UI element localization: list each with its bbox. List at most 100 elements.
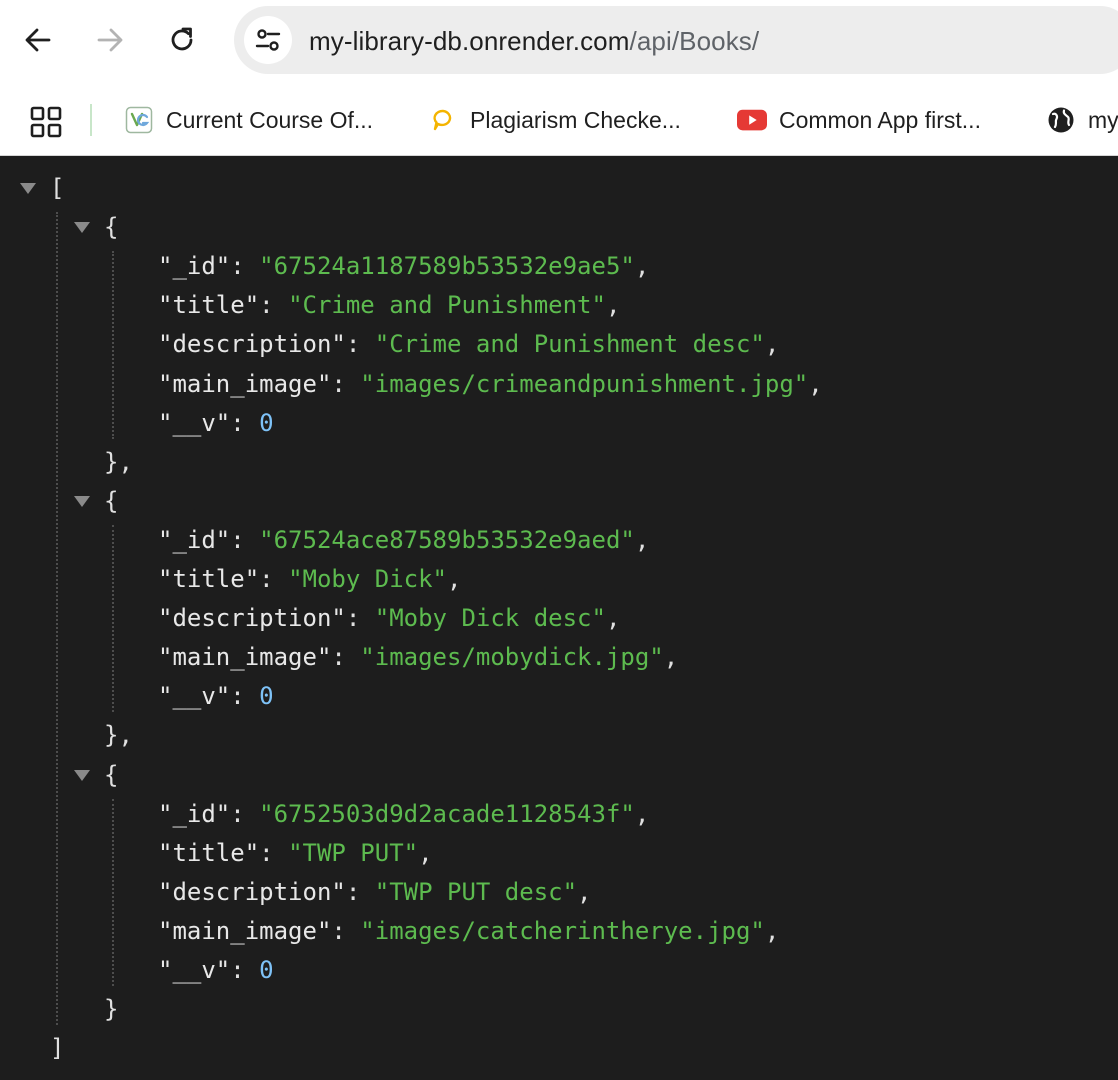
indent-guide bbox=[112, 798, 114, 987]
json-comma: , bbox=[808, 369, 823, 398]
apps-grid-icon[interactable] bbox=[28, 104, 64, 140]
json-colon: : bbox=[259, 838, 289, 867]
json-field: "title": "TWP PUT", bbox=[158, 834, 433, 873]
json-object-close: } bbox=[104, 990, 118, 1029]
json-field: "main_image": "images/crimeandpunishment… bbox=[158, 365, 823, 404]
json-field: "_id": "67524ace87589b53532e9aed", bbox=[158, 521, 649, 560]
json-colon: : bbox=[345, 877, 375, 906]
json-field: "title": "Moby Dick", bbox=[158, 560, 461, 599]
json-colon: : bbox=[331, 643, 361, 672]
brace-text: { bbox=[104, 760, 119, 789]
json-colon: : bbox=[345, 604, 375, 633]
bookmark-label: my bbox=[1088, 106, 1118, 133]
json-field: "title": "Crime and Punishment", bbox=[158, 286, 620, 325]
url-path: /api/Books/ bbox=[629, 26, 760, 56]
json-value: "images/catcherintherye.jpg" bbox=[360, 916, 765, 945]
bookmark-current-course[interactable]: Current Course Of... bbox=[124, 100, 373, 140]
json-value: 0 bbox=[259, 408, 274, 437]
json-colon: : bbox=[230, 799, 260, 828]
json-comma: , bbox=[634, 252, 650, 281]
collapse-toggle-icon[interactable] bbox=[74, 222, 90, 234]
forward-button[interactable] bbox=[86, 16, 134, 64]
json-key: "main_image" bbox=[158, 916, 332, 945]
reload-button[interactable] bbox=[158, 16, 206, 64]
json-key: "__v" bbox=[158, 408, 231, 437]
tune-icon bbox=[255, 29, 281, 51]
indent-guide bbox=[112, 251, 114, 439]
json-object-close: }, bbox=[104, 716, 133, 755]
json-field: "description": "Moby Dick desc", bbox=[158, 599, 620, 638]
site-info-button[interactable] bbox=[244, 16, 292, 64]
json-key: "_id" bbox=[158, 252, 231, 281]
json-value: "Crime and Punishment desc" bbox=[374, 330, 765, 359]
json-value: 0 bbox=[259, 682, 274, 711]
json-value: "67524ace87589b53532e9aed" bbox=[259, 525, 635, 554]
brace-text: { bbox=[104, 486, 119, 515]
json-value: "67524a1187589b53532e9ae5" bbox=[259, 252, 635, 281]
json-comma: , bbox=[447, 565, 462, 593]
reload-icon bbox=[171, 27, 193, 51]
json-field: "__v": 0 bbox=[158, 404, 274, 443]
json-comma: , bbox=[577, 877, 592, 906]
json-key: "description" bbox=[158, 330, 346, 359]
collapse-toggle-icon[interactable] bbox=[74, 495, 90, 507]
bookmarks-divider bbox=[90, 104, 92, 136]
bookmark-plagiarism-checker[interactable]: Plagiarism Checke... bbox=[428, 100, 681, 140]
bookmarks-bar: Current Course Of... Plagiarism Checke..… bbox=[0, 82, 1118, 156]
brace-text: } bbox=[104, 995, 119, 1024]
chat-bubble-favicon bbox=[428, 105, 458, 135]
json-colon: : bbox=[331, 916, 361, 945]
json-key: "_id" bbox=[158, 525, 231, 554]
json-comma: , bbox=[605, 604, 621, 633]
address-bar[interactable]: my-library-db.onrender.com/api/Books/ bbox=[234, 6, 1118, 74]
globe-icon bbox=[1046, 105, 1076, 135]
json-object-open: { bbox=[104, 482, 118, 521]
json-field: "main_image": "images/catcherintherye.jp… bbox=[158, 912, 779, 951]
json-object-close: }, bbox=[104, 443, 133, 482]
brace-text: }, bbox=[104, 721, 133, 750]
bracket-text: ] bbox=[50, 1034, 65, 1063]
json-comma: , bbox=[418, 838, 433, 867]
url-text[interactable]: my-library-db.onrender.com/api/Books/ bbox=[309, 26, 759, 56]
json-colon: : bbox=[259, 291, 289, 320]
indent-guide bbox=[56, 212, 58, 1026]
json-colon: : bbox=[230, 252, 260, 281]
json-field: "__v": 0 bbox=[158, 677, 274, 716]
collapse-toggle-icon[interactable] bbox=[74, 769, 90, 781]
bookmark-common-app[interactable]: Common App first... bbox=[737, 100, 981, 140]
json-key: "title" bbox=[158, 291, 260, 320]
bracket-text: [ bbox=[50, 174, 65, 202]
json-value: "Crime and Punishment" bbox=[288, 291, 606, 320]
url-host: my-library-db.onrender.com bbox=[309, 26, 630, 56]
json-key: "main_image" bbox=[158, 643, 332, 672]
json-comma: , bbox=[634, 799, 650, 828]
json-viewer: [{"_id": "67524a1187589b53532e9ae5", "tit… bbox=[0, 157, 1118, 1080]
json-value: "TWP PUT desc" bbox=[374, 877, 578, 906]
json-key: "description" bbox=[158, 877, 346, 906]
json-object-open: { bbox=[104, 208, 118, 247]
json-value: "Moby Dick desc" bbox=[374, 604, 606, 633]
arrow-right-icon bbox=[97, 28, 123, 52]
back-button[interactable] bbox=[14, 16, 62, 64]
json-colon: : bbox=[230, 956, 260, 984]
browser-toolbar: my-library-db.onrender.com/api/Books/ bbox=[0, 0, 1118, 82]
json-array-open: [ bbox=[50, 169, 64, 208]
bookmark-label: Common App first... bbox=[779, 106, 981, 133]
json-key: "title" bbox=[158, 565, 260, 593]
json-comma: , bbox=[634, 525, 650, 554]
indent-guide bbox=[112, 524, 114, 713]
collapse-toggle-icon[interactable] bbox=[20, 183, 36, 194]
json-array-close: ] bbox=[50, 1029, 64, 1068]
json-comma: , bbox=[605, 291, 621, 320]
json-value: "images/crimeandpunishment.jpg" bbox=[360, 369, 809, 398]
course-favicon bbox=[124, 105, 154, 135]
json-field: "__v": 0 bbox=[158, 951, 274, 990]
json-colon: : bbox=[259, 565, 289, 593]
json-value: "images/mobydick.jpg" bbox=[360, 643, 664, 672]
json-colon: : bbox=[230, 682, 260, 711]
json-colon: : bbox=[230, 525, 260, 554]
brace-text: { bbox=[104, 213, 119, 242]
json-colon: : bbox=[230, 408, 260, 437]
bookmark-my[interactable]: my bbox=[1046, 100, 1118, 140]
arrow-left-icon bbox=[25, 28, 51, 52]
